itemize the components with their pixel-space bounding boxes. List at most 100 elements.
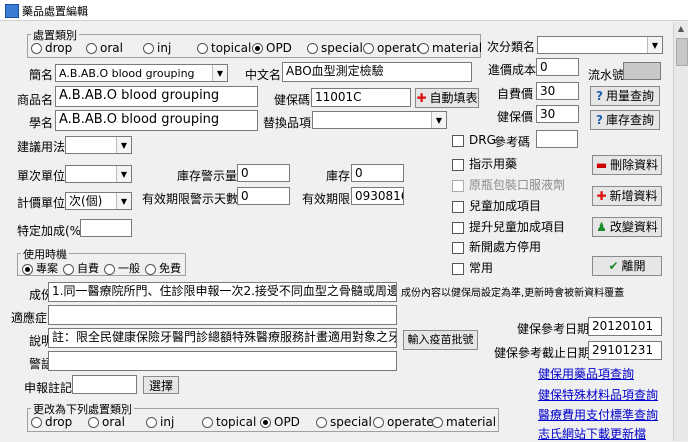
nhi-price-input[interactable]: 30 [536, 105, 579, 123]
sub-category-combo[interactable]: ▼ [537, 36, 663, 54]
substitute-label: 替換品項 [263, 116, 312, 130]
drg-ref-input[interactable] [536, 130, 578, 148]
stock-query-button[interactable]: ? 庫存查詢 [590, 110, 660, 130]
generic-name-input[interactable]: A.B.AB.O blood grouping [55, 110, 258, 131]
radio-oral[interactable]: oral [86, 41, 123, 55]
new-prescription-stop-checkbox[interactable]: 新開處方停用 [452, 238, 541, 255]
change-radio-special-label: special [330, 415, 372, 429]
pricing-unit-combo[interactable]: 次(個) ▼ [65, 192, 132, 210]
modify-button[interactable]: ♟ 改變資料 [592, 217, 662, 237]
radio-general[interactable]: 一般 [104, 260, 140, 276]
ingredients-note: 成份內容以健保局設定為準,更新時會被新資料覆蓋 [401, 288, 625, 299]
auto-fill-button[interactable]: ✚ 自動填表 [415, 88, 479, 108]
ref-date-input[interactable]: 20120101 [588, 317, 662, 336]
raise-child-surcharge-checkbox[interactable]: 提升兒童加成項目 [452, 218, 565, 235]
radio-opd-circle [252, 43, 263, 54]
vaccine-batch-label: 輸入疫苗批號 [407, 333, 474, 346]
drug-query-link[interactable]: 健保用藥品項查詢 [538, 365, 634, 382]
change-radio-inj-label: inj [160, 415, 175, 429]
serial-input [623, 62, 661, 80]
select-button[interactable]: 選擇 [143, 376, 179, 394]
change-radio-topical[interactable]: topical [202, 415, 256, 429]
change-radio-special[interactable]: special [316, 415, 372, 429]
usage-combo[interactable]: ▼ [65, 136, 132, 154]
chevron-down-icon[interactable]: ▼ [431, 112, 446, 128]
delete-button[interactable]: ▬ 刪除資料 [592, 155, 662, 175]
radio-opd[interactable]: OPD [252, 41, 292, 55]
common-checkbox[interactable]: 常用 [452, 259, 493, 276]
change-radio-opd[interactable]: OPD [260, 415, 300, 429]
chevron-down-icon[interactable]: ▼ [116, 137, 131, 153]
product-name-input[interactable]: A.B.AB.O blood grouping [55, 86, 258, 107]
expiry-input[interactable]: 0930816 [351, 187, 404, 205]
ref-end-input[interactable]: 29101231 [588, 341, 662, 360]
chevron-down-icon[interactable]: ▼ [647, 37, 662, 53]
indication-label: 適應症 [11, 311, 48, 325]
fee-standard-link[interactable]: 醫療費用支付標準查詢 [538, 406, 658, 423]
radio-self-pay[interactable]: 自費 [63, 260, 99, 276]
add-button[interactable]: ✚ 新增資料 [592, 186, 662, 206]
chevron-down-icon[interactable]: ▼ [116, 193, 131, 209]
change-radio-oral-circle [88, 417, 99, 428]
change-radio-operate-circle [373, 417, 384, 428]
indicated-drug-box [452, 158, 464, 171]
radio-operate[interactable]: operate [363, 41, 424, 55]
warning-input[interactable] [48, 351, 397, 371]
change-radio-inj[interactable]: inj [146, 415, 174, 429]
radio-drop[interactable]: drop [31, 41, 72, 55]
nhi-code-input[interactable]: 11001C [311, 88, 411, 107]
self-pay-input[interactable]: 30 [536, 82, 579, 100]
radio-project[interactable]: 專案 [22, 260, 58, 276]
download-link[interactable]: 志氏網站下載更新檔 [538, 425, 646, 442]
radio-special[interactable]: special [307, 41, 363, 55]
change-radio-drop[interactable]: drop [31, 415, 72, 429]
ingredients-input[interactable]: 1.同一醫療院所門、住診限申報一次2.接受不同血型之骨髓或周邊血液 [48, 282, 397, 302]
stock-alert-input[interactable]: 0 [237, 164, 290, 182]
surcharge-input[interactable] [80, 219, 132, 237]
child-surcharge-checkbox[interactable]: 兒童加成項目 [452, 197, 541, 214]
common-label: 常用 [469, 261, 494, 275]
dosage-query-button[interactable]: ? 用量查詢 [590, 86, 660, 106]
vaccine-batch-button[interactable]: 輸入疫苗批號 [403, 330, 478, 350]
report-note-input[interactable] [72, 375, 137, 394]
indication-input[interactable] [48, 305, 397, 325]
stock-input[interactable]: 0 [351, 164, 404, 182]
radio-general-circle [104, 263, 115, 275]
substitute-combo[interactable]: ▼ [312, 111, 447, 129]
radio-oral-circle [86, 43, 97, 54]
new-prescription-stop-box [452, 241, 464, 254]
scroll-thumb[interactable] [676, 38, 688, 66]
leave-button[interactable]: ✔ 離開 [592, 256, 662, 276]
radio-free[interactable]: 免費 [145, 260, 181, 276]
material-query-link[interactable]: 健保特殊材料品項查詢 [538, 386, 658, 403]
radio-inj[interactable]: inj [143, 41, 171, 55]
leave-label: 離開 [621, 259, 646, 273]
ref-end-label: 健保參考截止日期 [494, 346, 591, 360]
radio-topical-label: topical [211, 41, 252, 55]
chevron-down-icon[interactable]: ▼ [212, 65, 227, 81]
change-radio-operate[interactable]: operate [373, 415, 434, 429]
dosage-query-label: 用量查詢 [605, 89, 654, 103]
radio-topical[interactable]: topical [197, 41, 251, 55]
change-radio-drop-label: drop [45, 415, 73, 429]
change-radio-material[interactable]: material [432, 415, 496, 429]
short-name-combo[interactable]: A.B.AB.O blood grouping ▼ [55, 64, 228, 82]
vertical-scrollbar[interactable]: ▲ [673, 22, 688, 441]
chinese-name-input[interactable]: ABO血型測定檢驗 [282, 62, 472, 82]
purchase-cost-input[interactable]: 0 [536, 58, 579, 76]
drg-checkbox[interactable]: DRG [452, 133, 496, 147]
stock-alert-label: 庫存警示量 [177, 169, 238, 183]
description-input[interactable]: 註：限全民健康保險牙醫門診總額特殊醫療服務計畫適用對象之牙醫 [48, 328, 397, 348]
short-name-value: A.B.AB.O blood grouping [59, 67, 195, 80]
expiry-alert-input[interactable]: 0 [237, 187, 290, 205]
unit-combo[interactable]: ▼ [65, 165, 132, 183]
chevron-down-icon[interactable]: ▼ [116, 166, 131, 182]
help-icon: ? [596, 113, 603, 127]
radio-material[interactable]: material [418, 41, 482, 55]
radio-material-circle [418, 43, 429, 54]
indicated-drug-checkbox[interactable]: 指示用藥 [452, 155, 517, 172]
change-radio-oral[interactable]: oral [88, 415, 125, 429]
change-radio-material-circle [432, 417, 443, 428]
serial-label: 流水號 [588, 68, 625, 82]
scroll-up-arrow-icon[interactable]: ▲ [674, 22, 688, 36]
